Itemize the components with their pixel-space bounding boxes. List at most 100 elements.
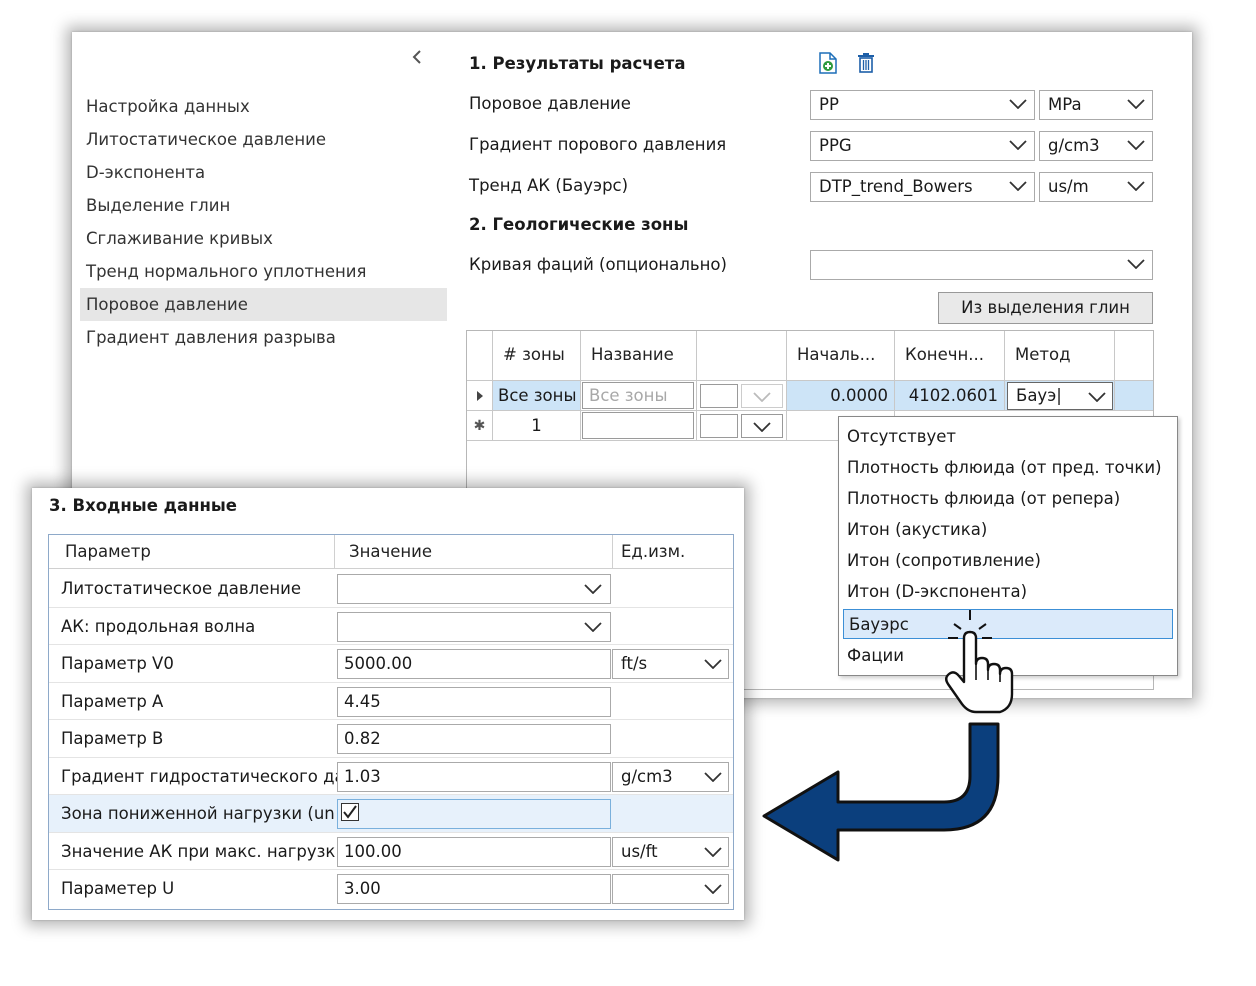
chevron-down-icon (1002, 91, 1034, 119)
col-filler (1115, 331, 1153, 381)
param-name: Параметер U (61, 879, 175, 898)
col-zone-end[interactable]: Конечн... (895, 331, 1005, 381)
param-u-unit-select[interactable] (612, 874, 729, 904)
zone-all-end[interactable]: 4102.0601 (895, 381, 1005, 411)
param-row-v0: Параметр V0 5000.00 ft/s (49, 645, 733, 683)
param-unloading-cell (337, 799, 611, 829)
col-zone-color[interactable] (697, 331, 787, 381)
param-v0-input[interactable]: 5000.00 (337, 649, 611, 679)
param-row-hydro-gradient: Градиент гидростатического да 1.03 g/cm3 (49, 758, 733, 795)
zone-new-name-input[interactable] (582, 412, 694, 439)
result-ppg-select[interactable]: PPG (810, 131, 1035, 161)
zone-all-number[interactable]: Все зоны (493, 381, 581, 411)
zone-all-color-cell[interactable] (697, 381, 787, 411)
col-zone-start[interactable]: Началь... (787, 331, 895, 381)
zone-all-start[interactable]: 0.0000 (787, 381, 895, 411)
chevron-down-icon (1120, 251, 1152, 279)
param-u-input[interactable]: 3.00 (337, 874, 611, 904)
nav-item-pore-pressure[interactable]: Поровое давление (80, 288, 447, 321)
param-unit: g/cm3 (621, 766, 673, 786)
param-row-max-load-sonic: Значение АК при макс. нагрузк 100.00 us/… (49, 833, 733, 870)
chevron-down-icon (1120, 132, 1152, 160)
zone-all-name-cell[interactable]: Все зоны (581, 381, 697, 411)
method-option-eaton-sonic[interactable]: Итон (акустика) (847, 515, 987, 545)
param-hydro-gradient-unit-select[interactable]: g/cm3 (612, 761, 729, 792)
param-unloading-checkbox[interactable] (341, 803, 359, 821)
from-shale-button[interactable]: Из выделения глин (938, 292, 1153, 324)
nav-item-d-exponent[interactable]: D-экспонента (80, 156, 447, 189)
param-row-a: Параметр A 4.45 (49, 683, 733, 720)
chevron-down-icon[interactable] (741, 384, 783, 408)
param-max-load-sonic-input[interactable]: 100.00 (337, 836, 611, 867)
zone-all-color-swatch[interactable] (700, 384, 738, 408)
param-max-load-sonic-unit-select[interactable]: us/ft (612, 836, 729, 867)
curved-arrow-icon (762, 722, 1000, 862)
nav-item-shale[interactable]: Выделение глин (80, 189, 447, 222)
method-option-eaton-dexp[interactable]: Итон (D-экспонента) (847, 577, 1027, 607)
param-unit: ft/s (621, 654, 648, 673)
col-zone-method[interactable]: Метод (1005, 331, 1115, 381)
nav-item-fracture-gradient[interactable]: Градиент давления разрыва (80, 321, 447, 354)
result-trend-unit-select[interactable]: us/m (1039, 172, 1153, 202)
method-option-facies[interactable]: Фации (847, 641, 904, 671)
method-option-eaton-resistivity[interactable]: Итон (сопротивление) (847, 546, 1041, 576)
result-label-trend: Тренд АК (Бауэрс) (469, 176, 629, 195)
result-pp-unit-select[interactable]: MPa (1039, 90, 1153, 120)
param-name: Параметр A (61, 691, 164, 711)
zone-new-name-cell[interactable] (581, 411, 697, 441)
chevron-down-icon[interactable] (741, 414, 783, 438)
param-name: Градиент гидростатического да (61, 766, 337, 786)
param-b-input[interactable]: 0.82 (337, 724, 611, 754)
col-unit[interactable]: Ед.изм. (613, 535, 733, 569)
zone-new-color-cell[interactable] (697, 411, 787, 441)
zone-all-method-cell[interactable]: Бауэ| (1005, 381, 1115, 411)
zone-all-method-select[interactable]: Бауэ| (1007, 382, 1113, 410)
col-zone-number[interactable]: # зоны (493, 331, 581, 381)
zone-new-color-swatch[interactable] (700, 414, 738, 438)
row-selector-icon[interactable] (467, 381, 493, 411)
result-ppg-unit-select[interactable]: g/cm3 (1039, 131, 1153, 161)
col-value[interactable]: Значение (335, 535, 613, 569)
result-label-pp: Поровое давление (469, 94, 631, 113)
chevron-down-icon (704, 771, 722, 782)
method-option-fluid-prev[interactable]: Плотность флюида (от пред. точки) (847, 453, 1162, 483)
nav-item-data-setup[interactable]: Настройка данных (80, 90, 447, 123)
chevron-down-icon (1120, 173, 1152, 201)
inputs-title: 3. Входные данные (49, 496, 238, 515)
param-name: Зона пониженной нагрузки (un (61, 804, 335, 823)
param-name: Значение АК при макс. нагрузк (61, 841, 336, 861)
add-document-icon[interactable] (818, 52, 838, 74)
nav-item-smoothing[interactable]: Сглаживание кривых (80, 222, 447, 255)
facies-label: Кривая фаций (опционально) (469, 255, 727, 274)
col-zone-name[interactable]: Название (581, 331, 697, 381)
param-row-b: Параметр B 0.82 (49, 720, 733, 758)
chevron-down-icon (704, 846, 722, 857)
param-hydro-gradient-input[interactable]: 1.03 (337, 761, 611, 792)
chevron-down-icon (584, 584, 602, 594)
facies-select[interactable] (810, 250, 1153, 280)
result-pp-value: PP (819, 95, 839, 114)
method-option-none[interactable]: Отсутствует (847, 422, 956, 452)
result-trend-select[interactable]: DTP_trend_Bowers (810, 172, 1035, 202)
param-name: АК: продольная волна (61, 616, 256, 636)
trash-icon[interactable] (856, 52, 876, 74)
row-header-corner (467, 331, 493, 381)
param-a-input[interactable]: 4.45 (337, 686, 611, 717)
param-v0-unit-select[interactable]: ft/s (612, 649, 729, 679)
nav-item-compaction-trend[interactable]: Тренд нормального уплотнения (80, 255, 447, 288)
result-trend-unit: us/m (1048, 177, 1089, 196)
nav-item-lithostatic[interactable]: Литостатическое давление (80, 123, 447, 156)
result-pp-select[interactable]: PP (810, 90, 1035, 120)
hand-pointer-icon (945, 610, 1014, 714)
chevron-down-icon (1088, 392, 1106, 402)
param-row-sonic: АК: продольная волна (49, 608, 733, 645)
chevron-left-icon[interactable] (410, 46, 424, 70)
param-lithostatic-select[interactable] (337, 574, 611, 604)
zone-new-number[interactable]: 1 (493, 411, 581, 441)
nav-list: Настройка данных Литостатическое давлени… (80, 90, 447, 354)
result-ppg-value: PPG (819, 136, 852, 155)
col-param[interactable]: Параметр (49, 535, 335, 569)
param-sonic-select[interactable] (337, 611, 611, 642)
method-option-fluid-marker[interactable]: Плотность флюида (от репера) (847, 484, 1120, 514)
param-name: Параметр V0 (61, 654, 174, 673)
